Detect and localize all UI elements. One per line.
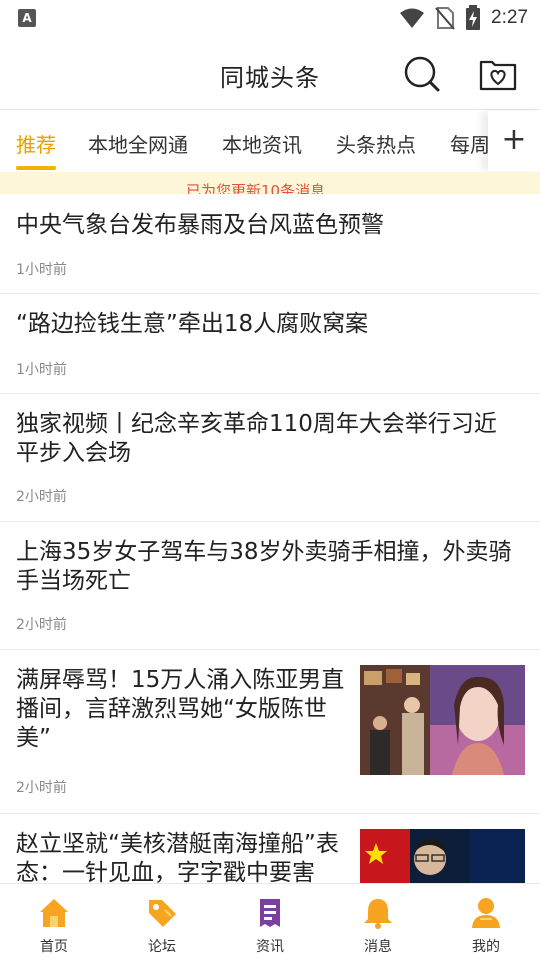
news-headline: 赵立坚就“美核潜艇南海撞船”表 态：一针见血，字字戳中要害 [16, 831, 339, 883]
nav-news-label: 资讯 [256, 939, 284, 955]
no-sim-icon [435, 7, 455, 30]
news-time: 1小时前 [16, 362, 67, 378]
profile-icon [472, 898, 500, 928]
nav-profile-label: 我的 [472, 939, 500, 955]
app-notification-icon: A [18, 9, 36, 27]
news-thumbnail [360, 665, 525, 775]
tag-icon [149, 900, 176, 927]
wifi-icon [400, 8, 425, 28]
news-headline: 上海35岁女子驾车与38岁外卖骑手相撞，外卖骑 手当场死亡 [16, 539, 512, 594]
news-item[interactable]: 赵立坚就“美核潜艇南海撞船”表 态：一针见血，字字戳中要害 [0, 814, 540, 883]
news-feed[interactable]: 中央气象台发布暴雨及台风蓝色预警 1小时前 “路边捡钱生意”牵出18人腐败窝案 … [0, 195, 540, 883]
news-thumbnail [360, 829, 525, 883]
active-tab-indicator [16, 166, 56, 170]
news-headline: 独家视频丨纪念辛亥革命110周年大会举行习近 平步入会场 [16, 411, 497, 466]
category-tabs: 推荐 本地全网通 本地资讯 头条热点 每周 + [0, 111, 540, 171]
nav-forum-label: 论坛 [148, 939, 176, 955]
favorites-folder-icon[interactable] [478, 54, 518, 94]
nav-home[interactable]: 首页 [0, 884, 108, 960]
news-headline: 中央气象台发布暴雨及台风蓝色预警 [16, 212, 384, 238]
news-item[interactable]: 独家视频丨纪念辛亥革命110周年大会举行习近 平步入会场 2小时前 [0, 394, 540, 522]
plus-icon: + [501, 121, 527, 157]
nav-messages[interactable]: 消息 [324, 884, 432, 960]
news-item[interactable]: 上海35岁女子驾车与38岁外卖骑手相撞，外卖骑 手当场死亡 2小时前 [0, 522, 540, 650]
nav-profile[interactable]: 我的 [432, 884, 540, 960]
news-item[interactable]: 满屏辱骂！15万人涌入陈亚男直 播间，言辞激烈骂她“女版陈世 美” 2小时前 [0, 650, 540, 814]
search-icon[interactable] [402, 54, 442, 94]
nav-home-label: 首页 [40, 939, 68, 955]
news-item[interactable]: “路边捡钱生意”牵出18人腐败窝案 1小时前 [0, 294, 540, 394]
nav-forum[interactable]: 论坛 [108, 884, 216, 960]
news-item[interactable]: 中央气象台发布暴雨及台风蓝色预警 1小时前 [0, 195, 540, 294]
news-time: 2小时前 [16, 489, 67, 505]
news-icon [260, 899, 280, 927]
status-bar: A 2:27 [0, 0, 540, 36]
bell-icon [364, 899, 392, 929]
refresh-notice: 已为您更新10条消息 [0, 172, 540, 194]
app-header: 同城头条 [0, 36, 540, 110]
clock: 2:27 [491, 7, 528, 28]
battery-charging-icon [466, 5, 481, 30]
news-headline: 满屏辱骂！15万人涌入陈亚男直 播间，言辞激烈骂她“女版陈世 美” [16, 667, 345, 751]
news-time: 2小时前 [16, 617, 67, 633]
tab-strip: 推荐 本地全网通 本地资讯 头条热点 每周 [0, 111, 488, 171]
nav-messages-label: 消息 [364, 939, 392, 955]
news-headline: “路边捡钱生意”牵出18人腐败窝案 [16, 311, 369, 337]
news-time: 2小时前 [16, 780, 67, 796]
tab-local-network[interactable]: 本地全网通 [88, 129, 188, 158]
page-title: 同城头条 [220, 64, 320, 92]
nav-news[interactable]: 资讯 [216, 884, 324, 960]
home-icon [40, 899, 68, 927]
news-time: 1小时前 [16, 262, 67, 278]
tab-hot-headlines[interactable]: 头条热点 [336, 129, 416, 158]
tab-weekly[interactable]: 每周 [450, 129, 488, 158]
add-channel-button[interactable]: + [488, 111, 540, 171]
tab-local-news[interactable]: 本地资讯 [222, 129, 302, 158]
refresh-notice-text: 已为您更新10条消息 [186, 182, 326, 194]
bottom-navigation: 首页 论坛 资讯 消息 我的 [0, 883, 540, 960]
tab-recommended[interactable]: 推荐 [16, 129, 56, 158]
